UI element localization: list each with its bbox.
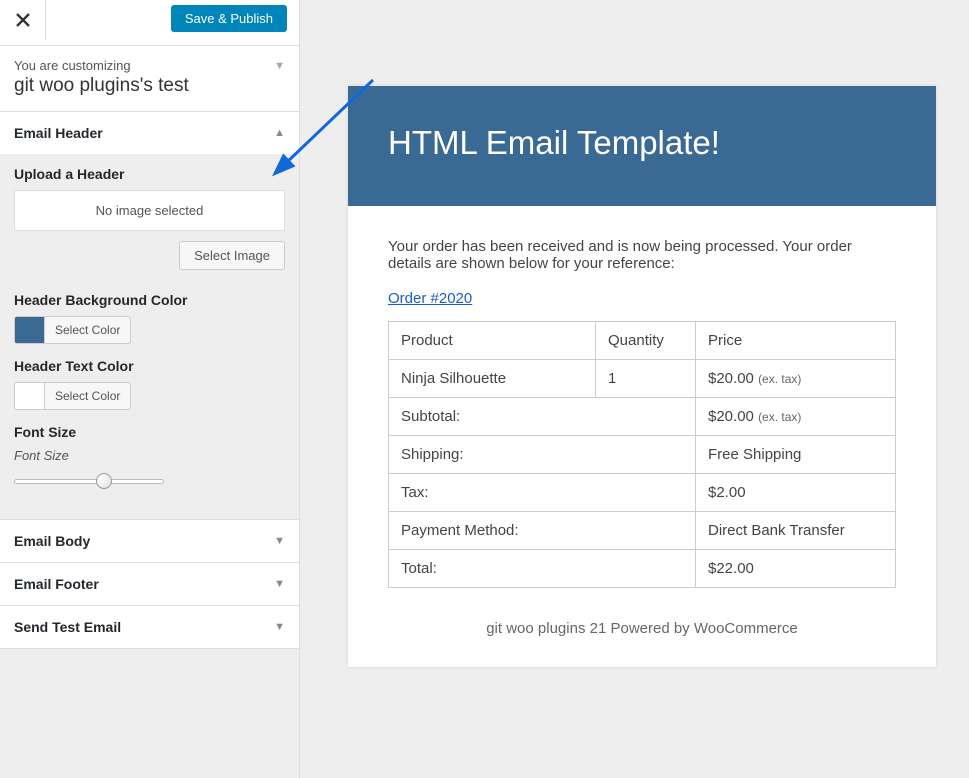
accordion-title: Email Body [14,533,90,549]
cell-value: $22.00 [696,550,896,588]
accordion-title: Email Header [14,125,103,141]
cell-price: $20.00 (ex. tax) [696,360,896,398]
bg-select-color-button[interactable]: Select Color [44,316,131,344]
accordion-head-email-body[interactable]: Email Body ▼ [0,520,299,562]
accordion-head-send-test[interactable]: Send Test Email ▼ [0,606,299,648]
save-publish-button[interactable]: Save & Publish [171,5,287,32]
cell-product: Ninja Silhouette [389,360,596,398]
col-product: Product [389,322,596,360]
text-select-color-button[interactable]: Select Color [44,382,131,410]
customizing-box[interactable]: You are customizing git woo plugins's te… [0,46,299,112]
chevron-up-icon: ▲ [274,127,285,139]
email-preview-header: HTML Email Template! [348,86,936,206]
text-color-label: Header Text Color [14,358,285,374]
customizing-label: You are customizing [14,58,285,73]
chevron-down-icon: ▼ [274,535,285,547]
font-size-text: Font Size [14,448,285,463]
accordion-body-email-header: Upload a Header No image selected Select… [0,154,299,519]
order-table: Product Quantity Price Ninja Silhouette … [388,321,896,588]
cell-quantity: 1 [596,360,696,398]
cell-value: $20.00 (ex. tax) [696,398,896,436]
cell-value: Direct Bank Transfer [696,512,896,550]
font-size-slider[interactable] [14,471,164,491]
accordion-title: Send Test Email [14,619,121,635]
bg-color-swatch [14,316,44,344]
chevron-down-icon: ▼ [274,578,285,590]
table-row: Tax: $2.00 [389,474,896,512]
accordion-email-footer: Email Footer ▼ [0,563,299,606]
cell-label: Total: [389,550,696,588]
text-color-swatch [14,382,44,410]
select-image-button[interactable]: Select Image [179,241,285,270]
close-button[interactable] [0,0,46,40]
order-link[interactable]: Order #2020 [388,290,472,307]
no-image-placeholder: No image selected [14,190,285,231]
preview-footer: git woo plugins 21 Powered by WooCommerc… [388,620,896,637]
customizing-site: git woo plugins's test [14,75,285,97]
text-color-picker[interactable]: Select Color [14,382,285,410]
upload-header-label: Upload a Header [14,166,285,182]
table-row: Subtotal: $20.00 (ex. tax) [389,398,896,436]
slider-track [14,479,164,484]
cell-label: Subtotal: [389,398,696,436]
cell-label: Tax: [389,474,696,512]
preview-intro: Your order has been received and is now … [388,238,896,272]
table-row: Shipping: Free Shipping [389,436,896,474]
table-row: Payment Method: Direct Bank Transfer [389,512,896,550]
table-row: Total: $22.00 [389,550,896,588]
cell-value: $2.00 [696,474,896,512]
accordion-head-email-header[interactable]: Email Header ▲ [0,112,299,154]
cell-label: Shipping: [389,436,696,474]
accordion-email-header: Email Header ▲ Upload a Header No image … [0,112,299,520]
slider-thumb[interactable] [96,473,112,489]
col-quantity: Quantity [596,322,696,360]
accordion-title: Email Footer [14,576,99,592]
cell-label: Payment Method: [389,512,696,550]
col-price: Price [696,322,896,360]
bg-color-picker[interactable]: Select Color [14,316,285,344]
email-preview-body: Your order has been received and is now … [348,206,936,667]
font-size-label: Font Size [14,424,285,440]
top-bar: Save & Publish [0,0,299,46]
chevron-down-icon: ▼ [274,60,285,72]
table-header-row: Product Quantity Price [389,322,896,360]
accordion-email-body: Email Body ▼ [0,520,299,563]
accordion-head-email-footer[interactable]: Email Footer ▼ [0,563,299,605]
table-row: Ninja Silhouette 1 $20.00 (ex. tax) [389,360,896,398]
email-preview: HTML Email Template! Your order has been… [348,86,936,667]
bg-color-label: Header Background Color [14,292,285,308]
customizer-sidebar: Save & Publish You are customizing git w… [0,0,300,778]
chevron-down-icon: ▼ [274,621,285,633]
cell-value: Free Shipping [696,436,896,474]
close-icon [16,13,30,27]
accordion-send-test: Send Test Email ▼ [0,606,299,649]
